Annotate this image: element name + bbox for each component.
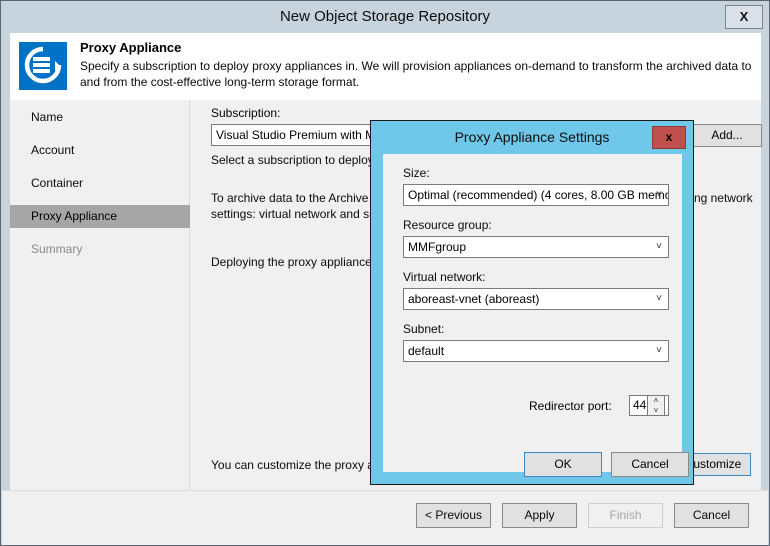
redirector-port-stepper[interactable]: ˄ ˅ — [647, 395, 665, 416]
stepper-up-icon[interactable]: ˄ — [648, 396, 664, 405]
cancel-button[interactable]: Cancel — [674, 503, 749, 528]
close-icon[interactable]: X — [725, 5, 763, 29]
wizard-steps-sidebar: Name Account Container Proxy Appliance S… — [10, 100, 190, 490]
wizard-header: Proxy Appliance Specify a subscription t… — [10, 33, 761, 100]
size-label: Size: — [403, 166, 430, 180]
subnet-label: Subnet: — [403, 322, 444, 336]
size-select[interactable]: Optimal (recommended) (4 cores, 8.00 GB … — [403, 184, 669, 206]
sidebar-item-summary: Summary — [10, 238, 190, 261]
page-description: Specify a subscription to deploy proxy a… — [80, 58, 758, 90]
chevron-down-icon: ˅ — [656, 289, 662, 309]
subnet-value: default — [408, 344, 444, 358]
modal-title: Proxy Appliance Settings — [371, 121, 693, 154]
resource-group-select[interactable]: MMFgroup ˅ — [403, 236, 669, 258]
size-select-value: Optimal (recommended) (4 cores, 8.00 GB … — [408, 188, 669, 202]
sidebar-item-container[interactable]: Container — [10, 172, 190, 195]
sidebar-item-proxy-appliance[interactable]: Proxy Appliance — [10, 205, 190, 228]
page-title: Proxy Appliance — [80, 40, 181, 55]
subscription-label: Subscription: — [211, 106, 280, 120]
finish-button: Finish — [588, 503, 663, 528]
virtual-network-value: aboreast-vnet (aboreast) — [408, 292, 539, 306]
proxy-appliance-settings-dialog: Proxy Appliance Settings x Size: Optimal… — [370, 120, 694, 485]
sidebar-item-name[interactable]: Name — [10, 106, 190, 129]
chevron-down-icon: ˅ — [656, 341, 662, 361]
add-button[interactable]: Add... — [692, 124, 762, 147]
resource-group-label: Resource group: — [403, 218, 492, 232]
modal-cancel-button[interactable]: Cancel — [611, 452, 689, 477]
window-titlebar: New Object Storage Repository X — [1, 1, 769, 33]
stepper-down-icon[interactable]: ˅ — [648, 406, 664, 415]
virtual-network-select[interactable]: aboreast-vnet (aboreast) ˅ — [403, 288, 669, 310]
virtual-network-label: Virtual network: — [403, 270, 485, 284]
resource-group-value: MMFgroup — [408, 240, 466, 254]
modal-ok-button[interactable]: OK — [524, 452, 602, 477]
storage-archive-icon — [19, 42, 67, 90]
previous-button[interactable]: < Previous — [416, 503, 491, 528]
chevron-down-icon: ˅ — [656, 237, 662, 257]
apply-button[interactable]: Apply — [502, 503, 577, 528]
sidebar-item-account[interactable]: Account — [10, 139, 190, 162]
modal-body: Size: Optimal (recommended) (4 cores, 8.… — [383, 154, 682, 472]
subnet-select[interactable]: default ˅ — [403, 340, 669, 362]
main-window: New Object Storage Repository X Proxy Ap… — [0, 0, 770, 546]
modal-close-icon[interactable]: x — [652, 126, 686, 149]
chevron-down-icon: ˅ — [656, 185, 662, 205]
redirector-port-label: Redirector port: — [529, 399, 612, 413]
wizard-footer: < Previous Apply Finish Cancel — [2, 490, 768, 545]
window-title: New Object Storage Repository — [1, 1, 769, 33]
